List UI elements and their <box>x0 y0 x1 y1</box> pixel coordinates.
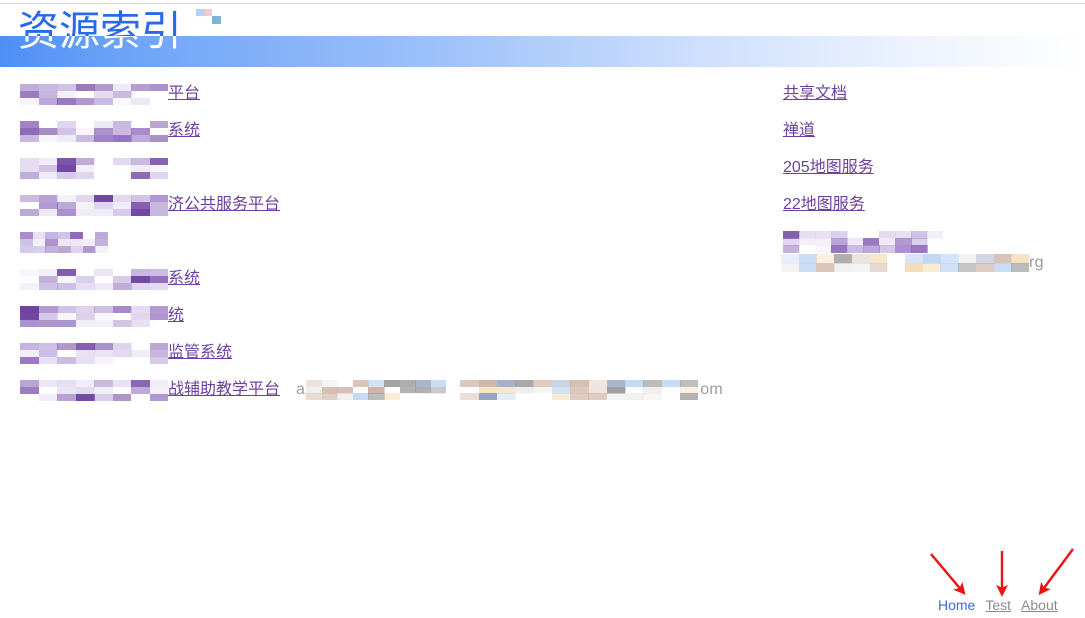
nav-link-home[interactable]: Home <box>938 597 975 613</box>
link-label[interactable]: 系统 <box>168 270 200 287</box>
list-item[interactable]: 22地图服务 <box>783 193 1073 230</box>
arrow-to-home <box>931 554 963 592</box>
redacted-label <box>20 269 168 290</box>
link-label[interactable]: 统 <box>168 307 184 324</box>
redacted-label <box>20 121 168 142</box>
trailing-note-prefix: a <box>296 381 305 398</box>
redacted-label <box>20 380 168 401</box>
list-item[interactable]: 监管系统 <box>20 341 750 378</box>
trailing-note-suffix: om <box>700 381 723 398</box>
header-banner <box>0 36 1085 67</box>
link-map-service-205[interactable]: 205地图服务 <box>783 159 874 176</box>
list-item[interactable] <box>20 230 750 267</box>
list-item[interactable]: 共享文档 <box>783 82 1073 119</box>
link-label[interactable]: 平台 <box>168 85 200 102</box>
redacted-label <box>20 158 168 179</box>
link-label[interactable]: 监管系统 <box>168 344 232 361</box>
redacted-label <box>20 343 168 364</box>
nav-link-about[interactable]: About <box>1021 597 1058 613</box>
link-label[interactable]: 济公共服务平台 <box>168 196 280 213</box>
list-item[interactable]: 统 <box>20 304 750 341</box>
redacted-note-block-2 <box>460 380 698 400</box>
redacted-label <box>783 231 943 253</box>
redacted-label <box>20 232 108 253</box>
redacted-note-block <box>781 254 1029 272</box>
arrow-to-about <box>1041 549 1073 592</box>
left-link-column: 平台 系统 济公共服务平台 系统 统 监管系统 战辅助教学平台 a om <box>20 82 750 415</box>
list-item[interactable]: 205地图服务 <box>783 156 1073 193</box>
list-item[interactable]: 战辅助教学平台 a om <box>20 378 750 415</box>
redacted-label <box>20 195 168 216</box>
list-item[interactable]: 济公共服务平台 <box>20 193 750 230</box>
top-divider <box>0 3 1085 4</box>
link-label[interactable]: 系统 <box>168 122 200 139</box>
list-item[interactable]: 平台 <box>20 82 750 119</box>
redacted-label <box>20 306 168 327</box>
link-shared-docs[interactable]: 共享文档 <box>783 85 847 102</box>
redacted-note-suffix: rg <box>1029 254 1044 271</box>
title-redaction-block <box>196 9 220 23</box>
list-item[interactable]: 禅道 <box>783 119 1073 156</box>
redacted-note-block <box>306 380 446 400</box>
list-item[interactable]: 系统 <box>20 119 750 156</box>
list-item[interactable] <box>20 156 750 193</box>
footer-nav: Home Test About <box>938 597 1058 613</box>
redacted-label <box>20 84 168 105</box>
nav-link-test[interactable]: Test <box>985 597 1011 613</box>
right-link-column: 共享文档 禅道 205地图服务 22地图服务 rg <box>783 82 1073 288</box>
link-label[interactable]: 战辅助教学平台 <box>168 381 280 398</box>
redacted-note-row: rg <box>781 251 1073 288</box>
list-item[interactable]: 系统 <box>20 267 750 304</box>
link-zentao[interactable]: 禅道 <box>783 122 815 139</box>
link-map-service-22[interactable]: 22地图服务 <box>783 196 865 213</box>
